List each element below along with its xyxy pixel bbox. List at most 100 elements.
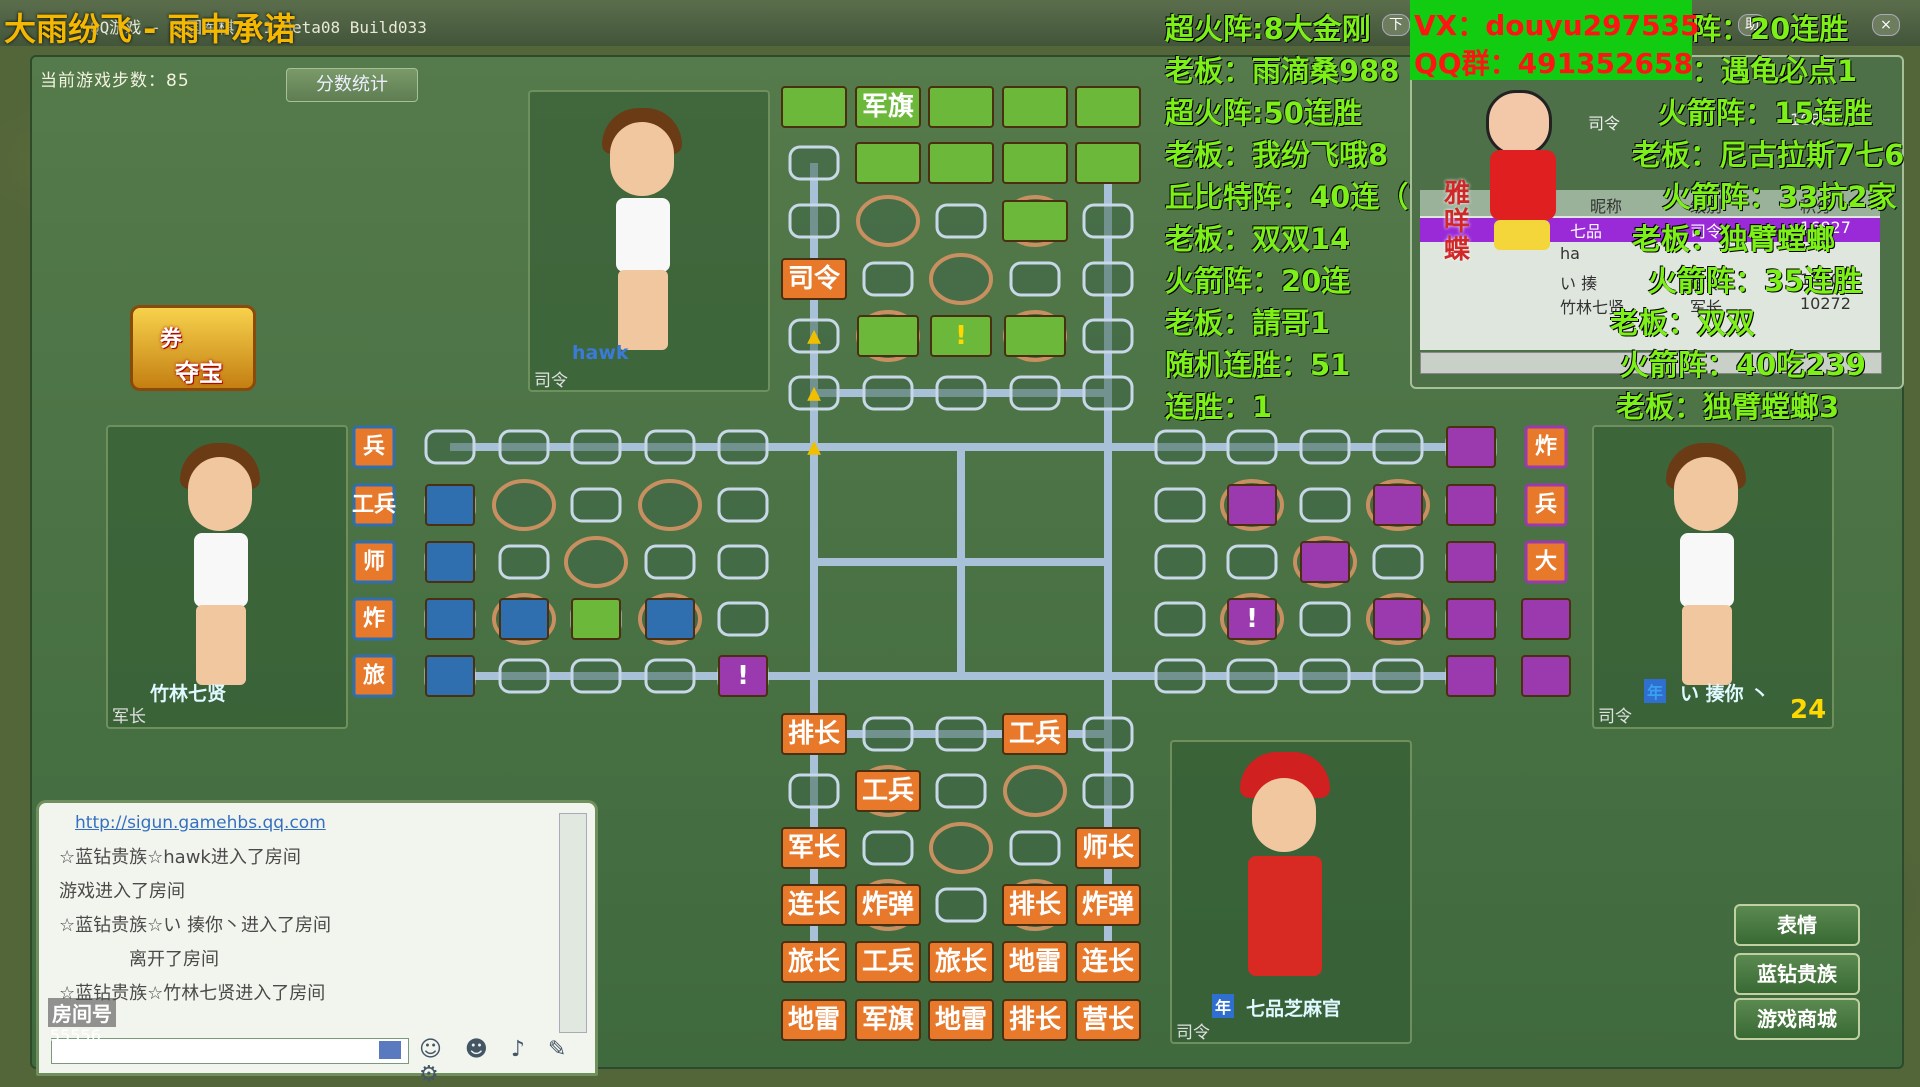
board-slot <box>862 261 914 297</box>
board-slot <box>862 716 914 752</box>
board-slot <box>1082 261 1134 297</box>
chat-scrollbar[interactable] <box>559 813 587 1033</box>
top-hidden-piece <box>1002 200 1068 242</box>
board-slot <box>1226 658 1278 694</box>
board-slot <box>570 658 622 694</box>
piece-label: 师长 <box>1082 833 1135 863</box>
board-slot <box>1009 830 1061 866</box>
left-green-piece <box>571 598 621 640</box>
board-slot <box>1299 601 1351 637</box>
chat-link[interactable]: http://sigun.gamehbs.qq.com <box>75 813 326 833</box>
right-hidden-piece <box>1446 655 1496 697</box>
board-slot <box>644 429 696 465</box>
piece-label: 军长 <box>788 833 841 863</box>
board-slot <box>570 429 622 465</box>
top-hidden-piece <box>857 315 919 357</box>
game-shop-button[interactable]: 游戏商城 <box>1734 998 1860 1040</box>
chat-message: ☆蓝钻贵族☆hawk进入了房间 <box>59 847 301 868</box>
stats-line: 火箭阵：35连胜 <box>1648 264 1863 298</box>
board-slot <box>644 544 696 580</box>
room-number: 55556 <box>50 1026 101 1045</box>
board-slot <box>498 429 550 465</box>
board-slot <box>1154 601 1206 637</box>
piece-label: 工兵 <box>1009 719 1061 749</box>
stats-line: 火箭阵：20连 <box>1165 264 1351 298</box>
board-slot <box>1154 429 1206 465</box>
stats-line: 老板：請哥1 <box>1165 306 1331 340</box>
board-slot <box>935 773 987 809</box>
right-hidden-piece <box>1227 484 1277 526</box>
piece-label: 地雷 <box>935 1005 987 1035</box>
board-slot <box>717 487 769 523</box>
piece-label: 司令 <box>788 263 841 294</box>
left-hidden-piece <box>425 541 475 583</box>
camp-slot <box>638 479 702 531</box>
board-slot <box>1154 487 1206 523</box>
col-nickname: 昵称 <box>1590 197 1623 216</box>
piece-label: 兵 <box>1535 493 1557 518</box>
board-slot <box>862 830 914 866</box>
board-slot <box>1299 487 1351 523</box>
board-slot <box>1009 261 1061 297</box>
board-slot <box>717 601 769 637</box>
stats-line: 老板：尼古拉斯7七6 <box>1632 138 1905 172</box>
room-label: 房间号 <box>48 998 116 1027</box>
cartoon-sticker: 雅咩蝶 <box>1444 90 1570 264</box>
top-hidden-piece <box>1004 315 1066 357</box>
piece-label: 军旗 <box>862 1004 914 1035</box>
board-slot <box>1082 773 1134 809</box>
right-hidden-piece <box>1373 484 1423 526</box>
chat-input[interactable] <box>51 1038 409 1064</box>
camp-slot <box>564 536 628 588</box>
piece-label: 营长 <box>1082 1005 1135 1035</box>
board-slot <box>788 203 840 239</box>
dropdown-icon[interactable] <box>379 1041 401 1059</box>
top-hidden-piece <box>781 86 847 128</box>
chat-message: 离开了房间 <box>129 949 219 970</box>
piece-label: 排长 <box>1009 1005 1062 1035</box>
stats-line: 连胜：1 <box>1165 390 1273 424</box>
board-slot <box>498 544 550 580</box>
emote-button[interactable]: 表情 <box>1734 904 1860 946</box>
left-hidden-piece <box>645 598 695 640</box>
piece-label: 大 <box>1535 550 1557 575</box>
piece-label: 工兵 <box>352 493 396 518</box>
piece-label: 师 <box>363 549 385 575</box>
stats-line: 老板：独臂螳螂3 <box>1616 390 1840 424</box>
board-slot <box>935 203 987 239</box>
chat-message: ☆蓝钻贵族☆い 揍你丶进入了房间 <box>59 915 331 936</box>
stats-line: 老板：双双14 <box>1165 222 1351 256</box>
board-slot <box>1372 429 1424 465</box>
board-slot <box>935 716 987 752</box>
flag-label: 军旗 <box>862 91 914 122</box>
blue-diamond-button[interactable]: 蓝钻贵族 <box>1734 953 1860 995</box>
stats-line: 老板：独臂螳螂 <box>1632 222 1836 256</box>
left-hidden-piece <box>425 655 475 697</box>
stats-line: 随机连胜：51 <box>1165 348 1351 382</box>
piece-label: 连长 <box>1082 947 1135 977</box>
info-rank: 司令 <box>1588 114 1621 133</box>
piece-label: 工兵 <box>862 776 914 806</box>
top-hidden-piece <box>1002 142 1068 184</box>
camp-slot <box>1003 765 1067 817</box>
top-hidden-piece <box>928 142 994 184</box>
board-slot <box>1154 658 1206 694</box>
board-slot <box>1372 544 1424 580</box>
board-slot <box>1226 544 1278 580</box>
board-slot <box>788 773 840 809</box>
piece-label: ! <box>737 661 749 691</box>
board-slot <box>1082 716 1134 752</box>
top-hidden-piece <box>855 142 921 184</box>
right-hidden-piece <box>1373 598 1423 640</box>
board-slot <box>570 487 622 523</box>
board-slot <box>498 658 550 694</box>
board-slot <box>1226 429 1278 465</box>
stats-line: 老板：我纷飞哦8 <box>1165 138 1389 172</box>
board-slot <box>644 658 696 694</box>
board-slot <box>1082 318 1134 354</box>
stats-line: 阵：20连胜 <box>1692 12 1849 46</box>
left-hidden-piece <box>499 598 549 640</box>
board-slot <box>1082 375 1134 411</box>
arrow-icon: ▲ <box>807 326 821 347</box>
chat-panel: http://sigun.gamehbs.qq.com ☆蓝钻贵族☆hawk进入… <box>36 800 598 1087</box>
